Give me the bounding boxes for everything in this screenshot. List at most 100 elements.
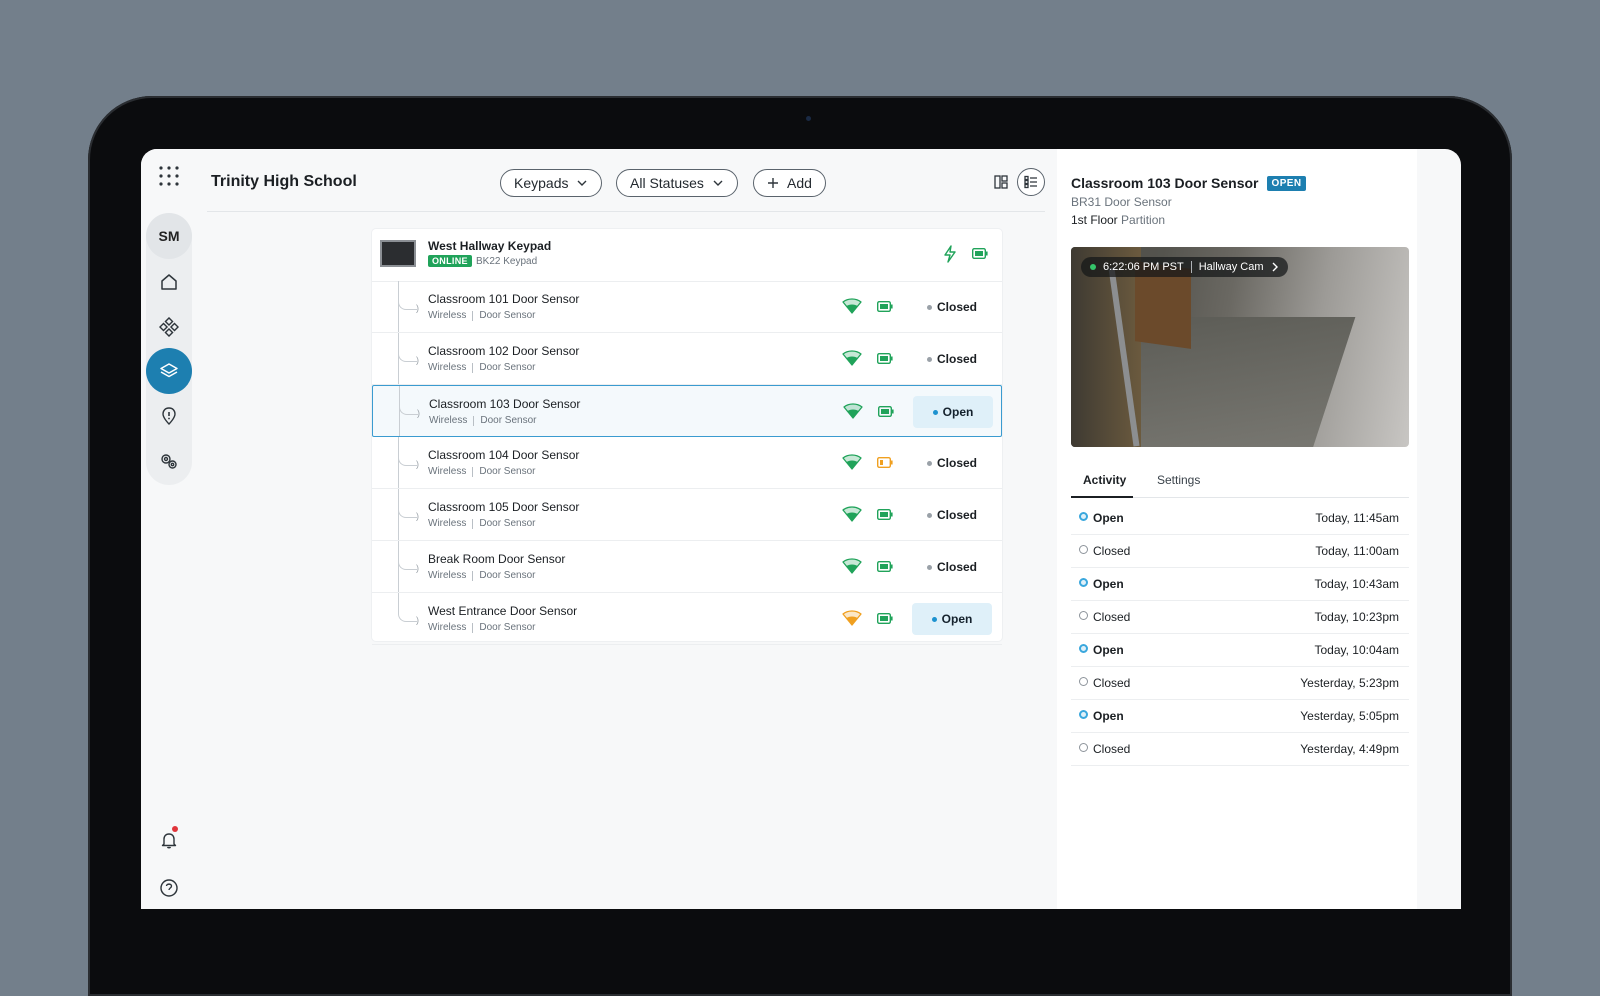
meta-divider: [472, 310, 474, 321]
sensor-meta: Wireless Door Sensor: [429, 415, 536, 426]
apps-grid-icon[interactable]: [158, 165, 180, 187]
open-state-icon: [1079, 710, 1088, 719]
chevron-right-icon: [1272, 262, 1278, 272]
wireless-wave-icon: ): [416, 355, 419, 365]
filter-status-label: All Statuses: [630, 175, 704, 191]
sensor-meta: Wireless Door Sensor: [428, 570, 535, 581]
nav-alerts[interactable]: [146, 393, 192, 439]
sensor-connection: Wireless: [428, 466, 467, 477]
sensor-status[interactable]: Closed: [912, 343, 992, 375]
alert-shield-icon: [162, 407, 176, 425]
activity-row[interactable]: Open Yesterday, 5:05pm: [1071, 700, 1409, 733]
sensor-meta: Wireless Door Sensor: [428, 362, 535, 373]
split-view-icon: [994, 175, 1008, 189]
sensor-name: Classroom 102 Door Sensor: [428, 344, 580, 358]
activity-time: Yesterday, 5:23pm: [1300, 676, 1399, 690]
help-button[interactable]: [146, 865, 192, 909]
sensor-row[interactable]: ) Classroom 105 Door Sensor Wireless Doo…: [372, 489, 1002, 541]
tree-connector: [398, 553, 417, 570]
live-indicator: [1090, 264, 1096, 270]
activity-row[interactable]: Closed Yesterday, 4:49pm: [1071, 733, 1409, 766]
wireless-wave-icon: ): [416, 563, 419, 573]
wireless-wave-icon: ): [416, 615, 419, 625]
add-button[interactable]: Add: [753, 169, 826, 197]
activity-state: Closed: [1093, 544, 1131, 558]
sensor-type: Door Sensor: [479, 622, 536, 633]
sensor-row[interactable]: ) Classroom 101 Door Sensor Wireless Doo…: [372, 281, 1002, 333]
activity-row[interactable]: Open Today, 11:45am: [1071, 502, 1409, 535]
sensor-status[interactable]: Closed: [912, 499, 992, 531]
activity-row[interactable]: Open Today, 10:43am: [1071, 568, 1409, 601]
sensor-name: Classroom 101 Door Sensor: [428, 292, 580, 306]
sensor-name: Break Room Door Sensor: [428, 552, 566, 566]
sensor-type: Door Sensor: [479, 518, 536, 529]
sensor-row[interactable]: ) Classroom 103 Door Sensor Wireless Doo…: [372, 385, 1002, 437]
nav-devices[interactable]: [146, 304, 192, 350]
detail-partition: Partition: [1121, 213, 1166, 227]
activity-time: Today, 10:04am: [1314, 643, 1400, 657]
wifi-signal-icon: [842, 454, 862, 470]
nav-layers[interactable]: [146, 348, 192, 394]
nav-settings[interactable]: [146, 438, 192, 484]
filter-type-label: Keypads: [514, 175, 569, 191]
wireless-wave-icon: ): [416, 459, 419, 469]
sensor-status[interactable]: Closed: [912, 291, 992, 323]
filter-type-dropdown[interactable]: Keypads: [500, 169, 603, 197]
sensor-name: Classroom 104 Door Sensor: [428, 448, 580, 462]
status-dot: [926, 512, 932, 518]
keypad-row[interactable]: West Hallway Keypad ONLINE BK22 Keypad: [372, 229, 1002, 282]
chevron-down-icon: [577, 180, 587, 186]
power-bolt-icon: [944, 245, 956, 263]
sensor-status-label: Closed: [936, 508, 977, 522]
activity-time: Today, 10:23pm: [1314, 610, 1400, 624]
chevron-down-icon: [713, 180, 723, 186]
open-state-icon: [1079, 578, 1088, 587]
sensor-name: Classroom 105 Door Sensor: [428, 500, 580, 514]
sensor-row[interactable]: ) West Entrance Door Sensor Wireless Doo…: [372, 593, 1002, 645]
avatar-initials: SM: [158, 228, 180, 244]
detail-model: BR31 Door Sensor: [1071, 195, 1172, 209]
activity-list: Open Today, 11:45am Closed Today, 11:00a…: [1071, 502, 1409, 766]
tab-settings[interactable]: Settings: [1157, 473, 1200, 487]
view-split-button[interactable]: [987, 168, 1015, 196]
main-content: Trinity High School Keypads All Statuses…: [197, 149, 1057, 909]
tree-connector: [398, 293, 417, 310]
activity-row[interactable]: Closed Today, 11:00am: [1071, 535, 1409, 568]
detail-tabs: Activity Settings: [1071, 467, 1409, 498]
activity-row[interactable]: Open Today, 10:04am: [1071, 634, 1409, 667]
status-dot: [926, 356, 932, 362]
avatar[interactable]: SM: [146, 213, 192, 259]
activity-row[interactable]: Closed Yesterday, 5:23pm: [1071, 667, 1409, 700]
sensor-connection: Wireless: [428, 362, 467, 373]
sensor-row[interactable]: ) Classroom 104 Door Sensor Wireless Doo…: [372, 437, 1002, 489]
active-tab-indicator: [1071, 496, 1133, 498]
detail-title: Classroom 103 Door Sensor: [1071, 175, 1259, 191]
sensor-status[interactable]: Open: [913, 396, 993, 428]
activity-state: Closed: [1093, 676, 1131, 690]
sensor-row[interactable]: ) Break Room Door Sensor Wireless Door S…: [372, 541, 1002, 593]
activity-state: Open: [1093, 709, 1124, 723]
activity-time: Yesterday, 4:49pm: [1300, 742, 1399, 756]
filter-status-dropdown[interactable]: All Statuses: [616, 169, 738, 197]
detail-location: 1st Floor Partition: [1071, 213, 1165, 227]
sensor-row[interactable]: ) Classroom 102 Door Sensor Wireless Doo…: [372, 333, 1002, 385]
wifi-signal-icon: [842, 558, 862, 574]
tree-connector: [399, 398, 418, 415]
status-dot: [932, 409, 938, 415]
wifi-signal-icon: [842, 506, 862, 522]
nav-home[interactable]: [146, 259, 192, 305]
tree-connector: [398, 449, 417, 466]
tab-activity[interactable]: Activity: [1083, 473, 1126, 487]
sensor-status[interactable]: Closed: [912, 447, 992, 479]
battery-icon: [877, 509, 893, 520]
activity-row[interactable]: Closed Today, 10:23pm: [1071, 601, 1409, 634]
sensor-status[interactable]: Closed: [912, 551, 992, 583]
status-dot: [926, 564, 932, 570]
sensor-status[interactable]: Open: [912, 603, 992, 635]
camera-overlay[interactable]: 6:22:06 PM PST Hallway Cam: [1081, 257, 1288, 277]
notifications-button[interactable]: [146, 817, 192, 863]
camera-feed[interactable]: 6:22:06 PM PST Hallway Cam: [1071, 247, 1409, 447]
side-rail: SM: [141, 149, 197, 909]
gears-icon: [161, 454, 177, 469]
view-list-button[interactable]: [1017, 168, 1045, 196]
